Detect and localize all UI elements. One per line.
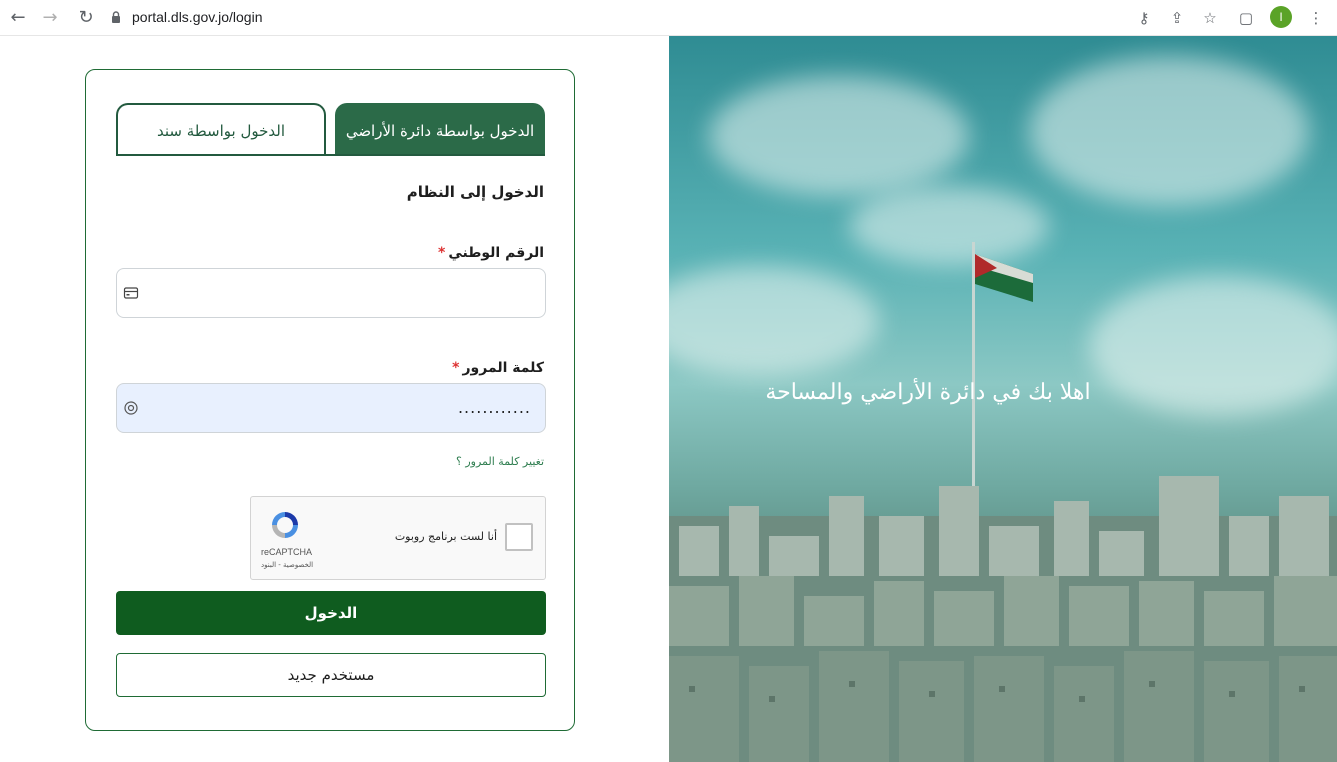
national-id-label-text: الرقم الوطني [448,245,544,261]
password-field[interactable]: ............ [116,383,546,433]
change-password-link[interactable]: تغيير كلمة المرور ؟ [456,455,544,468]
recaptcha-label: أنا لست برنامج روبوت [394,530,497,543]
id-card-icon [123,287,139,299]
star-icon[interactable]: ☆ [1198,6,1222,30]
tab-sanad-login[interactable]: الدخول بواسطة سند [116,103,326,155]
eye-icon[interactable] [123,400,139,416]
browser-toolbar: ← → ↻ portal.dls.gov.jo/login ⚷ ⇪ ☆ ▢ I … [0,0,1337,36]
national-id-field[interactable] [116,268,546,318]
back-icon[interactable]: ← [6,6,30,30]
tab-dls-login[interactable]: الدخول بواسطة دائرة الأراضي [335,103,545,155]
jordan-flag-icon [975,254,1033,302]
welcome-text: اهلا بك في دائرة الأراضي والمساحة [765,380,1091,405]
login-button[interactable]: الدخول [116,591,546,635]
lock-icon [112,11,120,23]
login-card: الدخول بواسطة دائرة الأراضي الدخول بواسط… [85,69,575,731]
form-heading: الدخول إلى النظام [406,183,544,201]
tab-divider [116,154,545,156]
required-mark: * [452,360,460,376]
recaptcha-logo-icon [272,512,298,538]
recaptcha-links[interactable]: الخصوصية - البنود [261,561,313,569]
recaptcha-widget: أنا لست برنامج روبوت reCAPTCHA الخصوصية … [250,496,546,580]
required-mark: * [437,245,446,261]
forward-icon[interactable]: → [38,6,62,30]
hero-image: اهلا بك في دائرة الأراضي والمساحة [669,36,1337,762]
national-id-label: الرقم الوطني* [438,245,544,261]
reload-icon[interactable]: ↻ [74,6,98,30]
password-label: كلمة المرور* [452,360,544,376]
key-icon[interactable]: ⚷ [1132,6,1156,30]
city-skyline [669,476,1337,762]
side-panel-icon[interactable]: ▢ [1234,6,1258,30]
password-label-text: كلمة المرور [462,360,544,376]
address-bar[interactable]: portal.dls.gov.jo/login [110,4,1110,30]
recaptcha-brand: reCAPTCHA [261,547,313,557]
new-user-button[interactable]: مستخدم جديد [116,653,546,697]
url-text: portal.dls.gov.jo/login [132,9,263,25]
share-icon[interactable]: ⇪ [1165,6,1189,30]
profile-avatar[interactable]: I [1270,6,1292,28]
recaptcha-checkbox[interactable] [505,523,533,551]
password-value: ............ [457,398,531,417]
menu-icon[interactable]: ⋮ [1304,6,1328,30]
